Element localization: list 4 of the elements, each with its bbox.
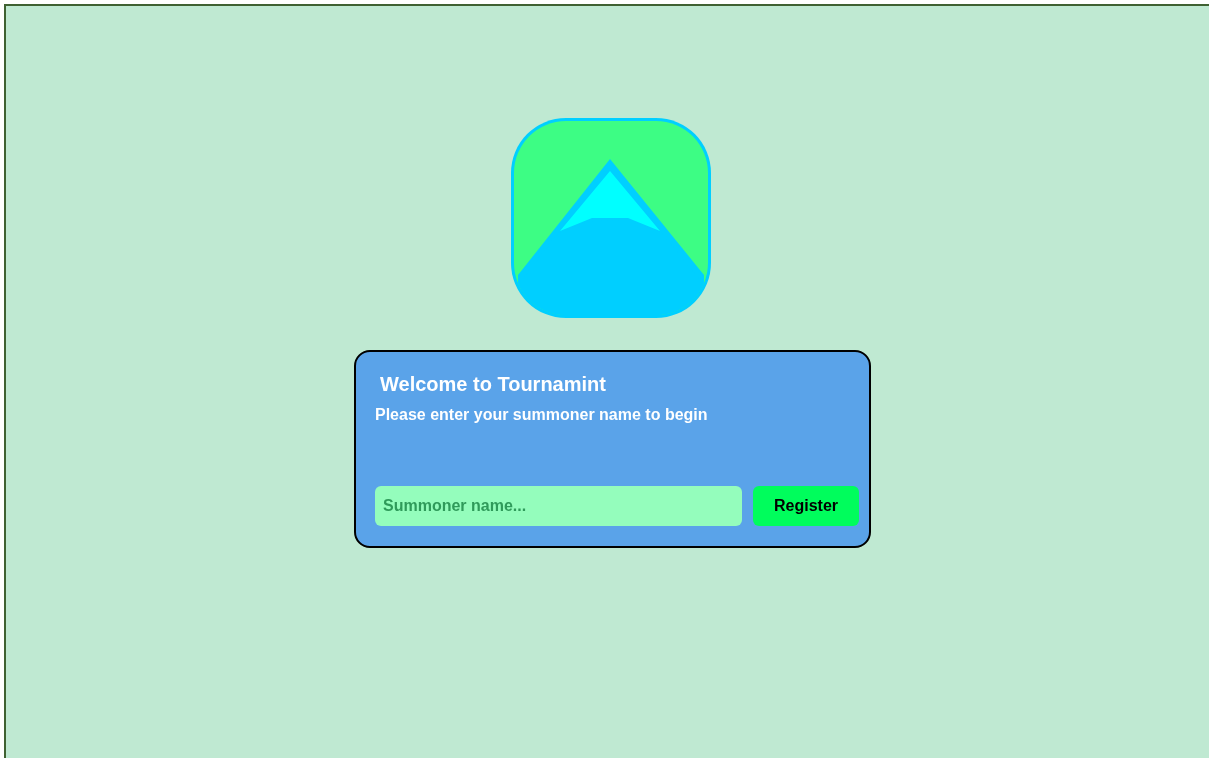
- register-button[interactable]: Register: [753, 486, 859, 526]
- welcome-title: Welcome to Tournamint: [380, 372, 607, 397]
- summoner-name-field[interactable]: Summoner name...: [375, 486, 742, 526]
- instruction-text: Please enter your summoner name to begin: [375, 406, 709, 424]
